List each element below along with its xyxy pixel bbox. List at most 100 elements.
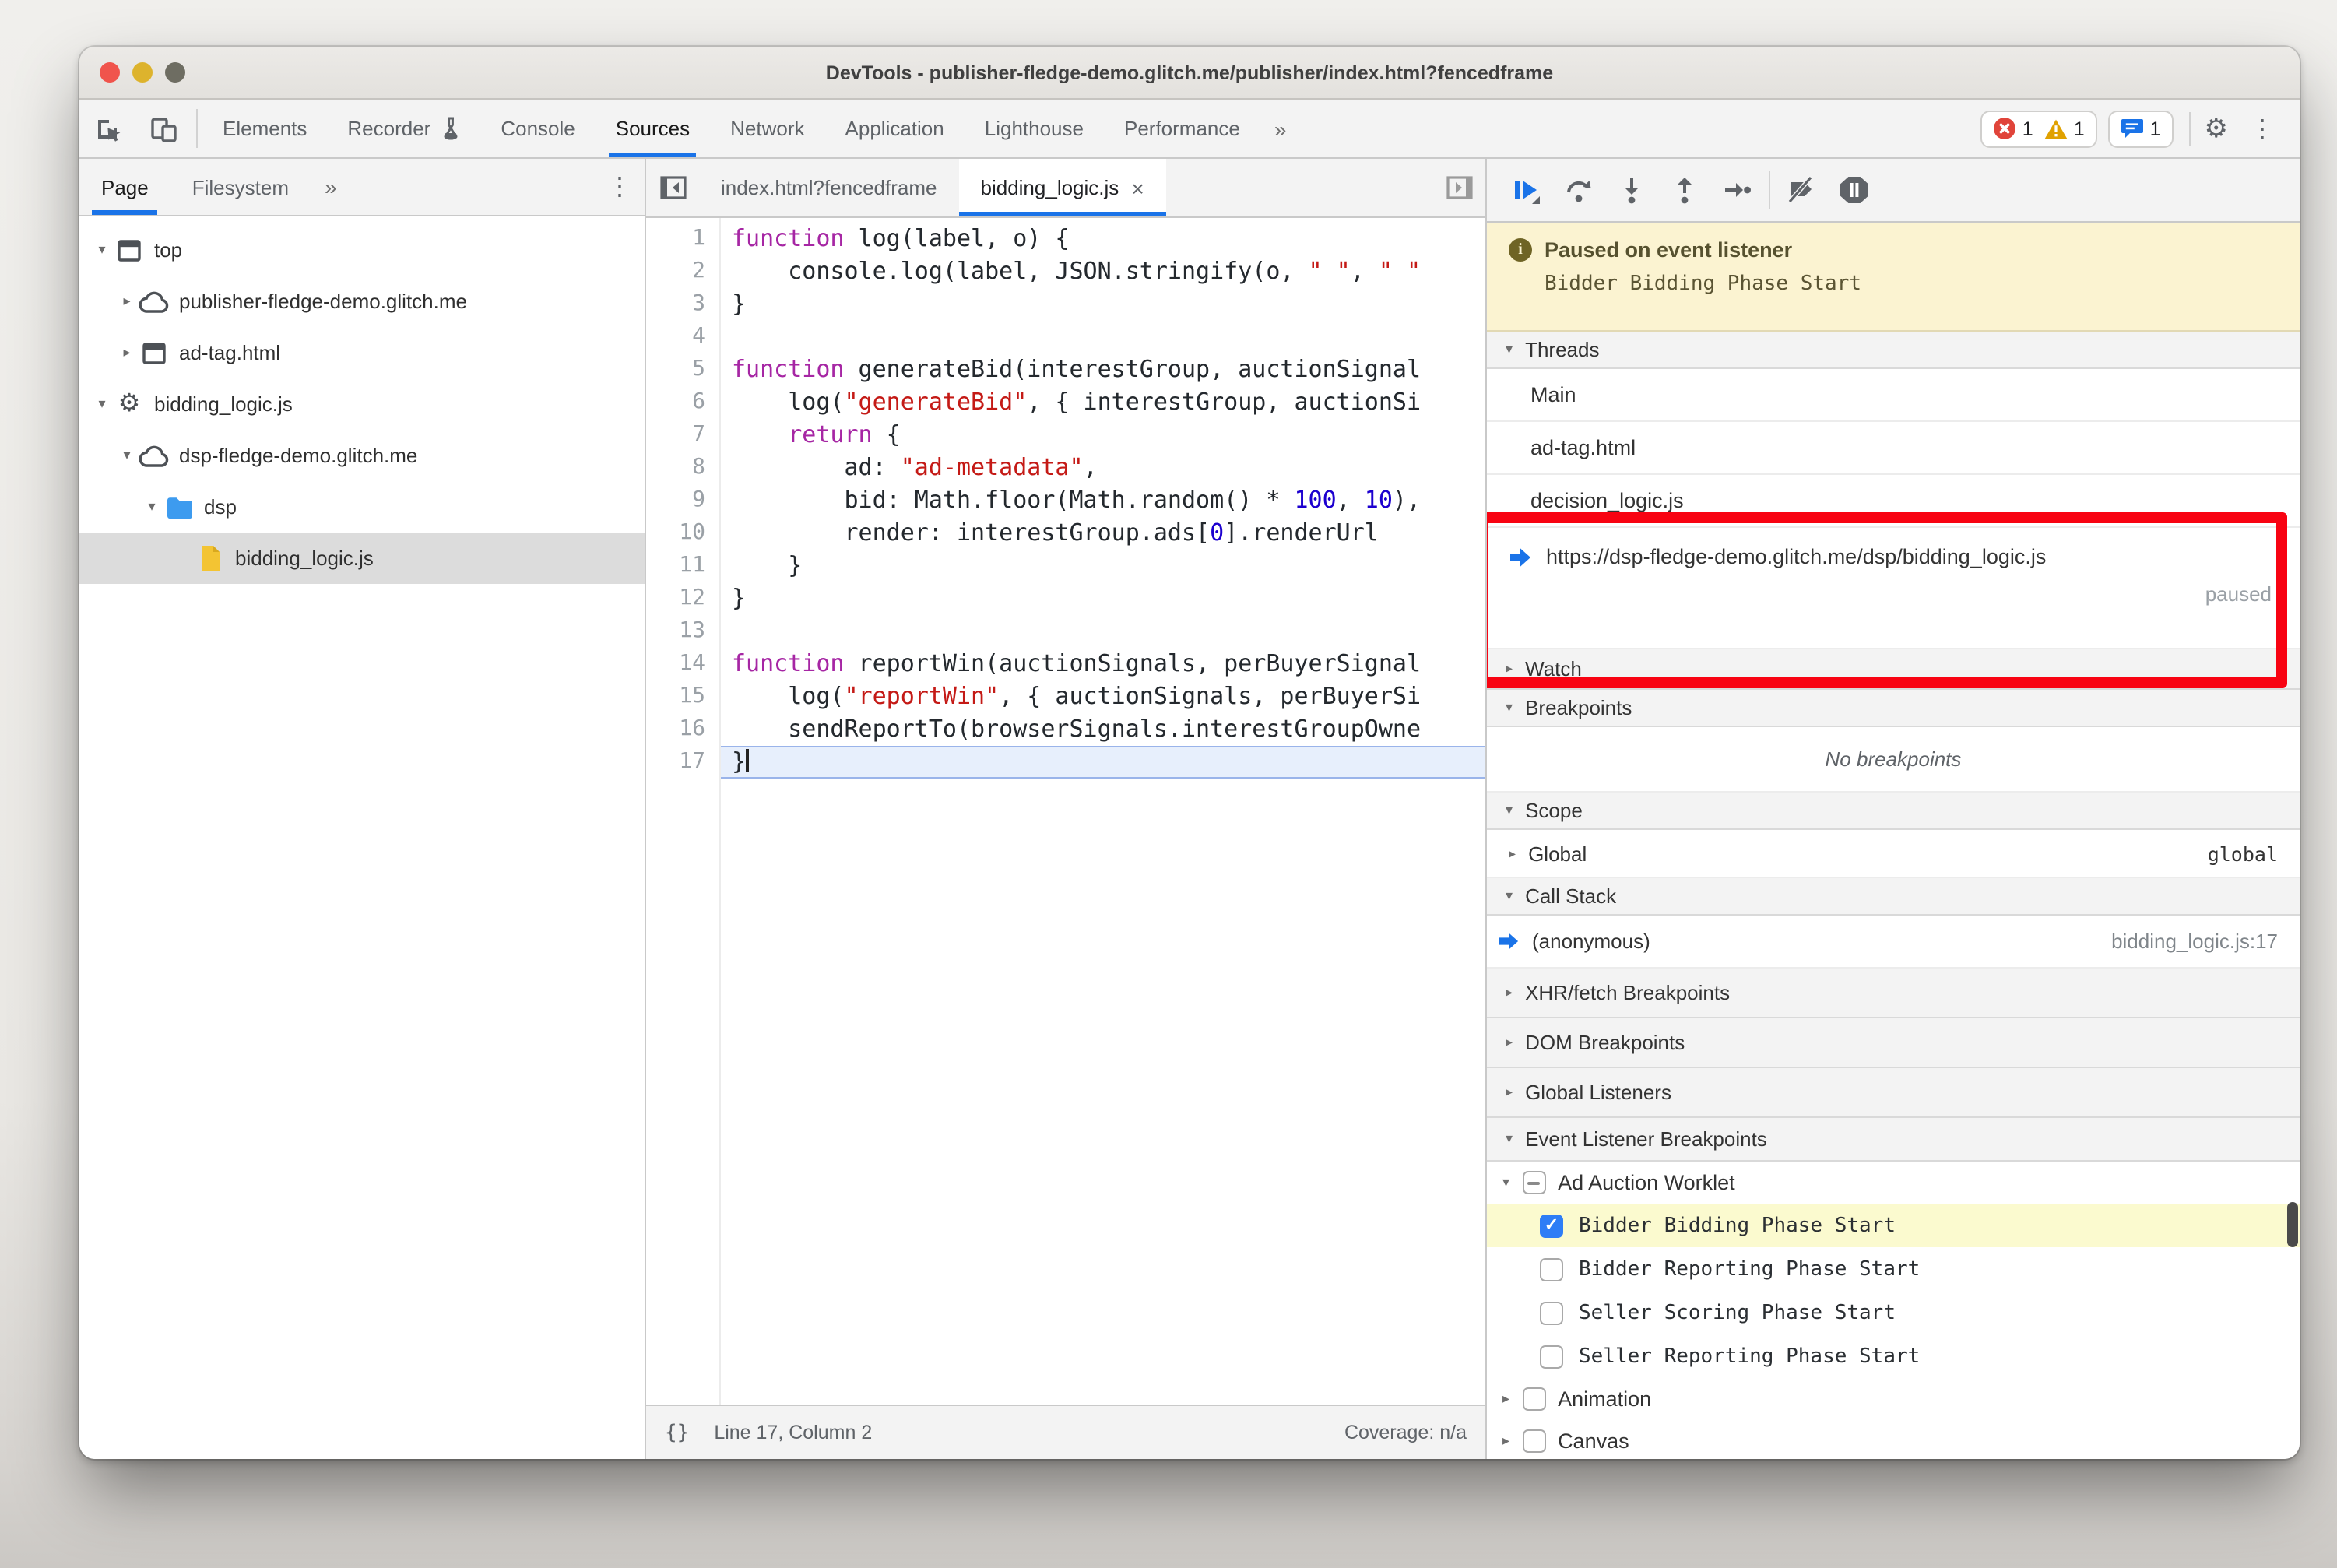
elbp-item-bidder-bidding-phase-start[interactable]: Bidder Bidding Phase Start (1487, 1204, 2300, 1247)
line-number[interactable]: 13 (646, 615, 719, 648)
unchecked-checkbox[interactable] (1540, 1301, 1563, 1324)
customize-devtools-button[interactable]: ⋮ (2237, 113, 2287, 144)
step-over-button[interactable] (1552, 163, 1605, 216)
navigator-tab-filesystem[interactable]: Filesystem (170, 159, 311, 215)
code-line-15[interactable]: 15 log("reportWin", { auctionSignals, pe… (646, 680, 1485, 713)
line-number[interactable]: 16 (646, 713, 719, 746)
tree-item-ad-tag-html[interactable]: ▸ ad-tag.html (79, 327, 645, 378)
minimize-window-button[interactable] (132, 62, 153, 83)
editor-tab-bidding-logic-js[interactable]: bidding_logic.js × (958, 159, 1166, 216)
thread-row-decision-logic-js[interactable]: decision_logic.js (1487, 475, 2300, 528)
close-window-button[interactable] (100, 62, 120, 83)
resume-script-button[interactable] (1499, 163, 1552, 216)
threads-section-header[interactable]: ▾ Threads (1487, 332, 2300, 369)
code-line-9[interactable]: 9 bid: Math.floor(Math.random() * 100, 1… (646, 484, 1485, 517)
elbp-item-seller-scoring-phase-start[interactable]: Seller Scoring Phase Start (1487, 1291, 2300, 1334)
code-line-16[interactable]: 16 sendReportTo(browserSignals.interestG… (646, 713, 1485, 746)
line-number[interactable]: 7 (646, 419, 719, 452)
navigator-menu-button[interactable]: ⋮ (595, 159, 645, 215)
event-listener-breakpoints-header[interactable]: ▾ Event Listener Breakpoints (1487, 1118, 2300, 1162)
thread-row-ad-tag-html[interactable]: ad-tag.html (1487, 422, 2300, 475)
line-number[interactable]: 17 (646, 746, 719, 779)
step-out-button[interactable] (1658, 163, 1711, 216)
zoom-window-button[interactable] (165, 62, 185, 83)
unchecked-checkbox[interactable] (1540, 1345, 1563, 1368)
elbp-item-bidder-reporting-phase-start[interactable]: Bidder Reporting Phase Start (1487, 1247, 2300, 1291)
tab-console[interactable]: Console (480, 100, 595, 157)
breakpoints-section-header[interactable]: ▾ Breakpoints (1487, 690, 2300, 727)
tab-sources[interactable]: Sources (596, 100, 710, 157)
tab-lighthouse[interactable]: Lighthouse (965, 100, 1104, 157)
line-number[interactable]: 2 (646, 255, 719, 288)
line-number[interactable]: 12 (646, 582, 719, 615)
code-line-12[interactable]: 12} (646, 582, 1485, 615)
unchecked-checkbox[interactable] (1522, 1387, 1546, 1411)
code-line-11[interactable]: 11 } (646, 550, 1485, 582)
line-number[interactable]: 6 (646, 386, 719, 419)
step-into-button[interactable] (1605, 163, 1658, 216)
tab-recorder[interactable]: Recorder (327, 100, 480, 157)
tab-application[interactable]: Application (825, 100, 965, 157)
code-line-17[interactable]: 17} (646, 746, 1485, 779)
issues-badge[interactable]: 1 1 (1980, 110, 2097, 147)
messages-badge[interactable]: 1 (2107, 110, 2174, 147)
code-line-2[interactable]: 2 console.log(label, JSON.stringify(o, "… (646, 255, 1485, 288)
code-line-10[interactable]: 10 render: interestGroup.ads[0].renderUr… (646, 517, 1485, 550)
section-header-global-listeners[interactable]: ▸ Global Listeners (1487, 1068, 2300, 1118)
tree-item-bidding-logic-js[interactable]: bidding_logic.js (79, 533, 645, 584)
code-line-7[interactable]: 7 return { (646, 419, 1485, 452)
editor-tab-index-html-fencedframe[interactable]: index.html?fencedframe (699, 159, 959, 216)
checked-checkbox[interactable] (1540, 1214, 1563, 1237)
tree-item-dsp[interactable]: ▾ dsp (79, 481, 645, 533)
elbp-category-ad-auction-worklet[interactable]: ▾ Ad Auction Worklet (1487, 1162, 2300, 1204)
current-thread-row[interactable]: https://dsp-fledge-demo.glitch.me/dsp/bi… (1487, 528, 2300, 649)
close-tab-icon[interactable]: × (1131, 175, 1144, 200)
line-number[interactable]: 15 (646, 680, 719, 713)
scope-section-header[interactable]: ▾ Scope (1487, 793, 2300, 830)
code-line-8[interactable]: 8 ad: "ad-metadata", (646, 452, 1485, 484)
call-stack-frame[interactable]: (anonymous) bidding_logic.js:17 (1487, 916, 2300, 969)
line-number[interactable]: 11 (646, 550, 719, 582)
elbp-category-animation[interactable]: ▸ Animation (1487, 1378, 2300, 1420)
code-line-14[interactable]: 14 function reportWin(auctionSignals, per… (646, 648, 1485, 680)
more-navigator-tabs-button[interactable]: » (311, 159, 351, 215)
indeterminate-checkbox[interactable] (1522, 1171, 1546, 1194)
device-toolbar-button[interactable] (135, 100, 192, 157)
scope-global-row[interactable]: ▸ Global global (1487, 830, 2300, 878)
code-line-13[interactable]: 13 (646, 615, 1485, 648)
deactivate-breakpoints-button[interactable] (1775, 163, 1828, 216)
call-stack-section-header[interactable]: ▾ Call Stack (1487, 878, 2300, 916)
line-number[interactable]: 9 (646, 484, 719, 517)
tree-item-dsp-fledge-demo-glitch-me[interactable]: ▾ dsp-fledge-demo.glitch.me (79, 430, 645, 481)
unchecked-checkbox[interactable] (1540, 1257, 1563, 1281)
code-line-6[interactable]: 6 log("generateBid", { interestGroup, au… (646, 386, 1485, 419)
tab-elements[interactable]: Elements (202, 100, 327, 157)
pretty-print-button[interactable]: {} (665, 1421, 689, 1444)
elbp-item-seller-reporting-phase-start[interactable]: Seller Reporting Phase Start (1487, 1334, 2300, 1378)
code-line-3[interactable]: 3} (646, 288, 1485, 321)
line-number[interactable]: 1 (646, 223, 719, 255)
more-panels-button[interactable]: » (1260, 100, 1301, 157)
line-number[interactable]: 10 (646, 517, 719, 550)
tree-item-publisher-fledge-demo-glitch-me[interactable]: ▸ publisher-fledge-demo.glitch.me (79, 276, 645, 327)
line-number[interactable]: 4 (646, 321, 719, 353)
line-number[interactable]: 14 (646, 648, 719, 680)
section-header-xhr-fetch-breakpoints[interactable]: ▸ XHR/fetch Breakpoints (1487, 969, 2300, 1018)
unchecked-checkbox[interactable] (1522, 1429, 1546, 1453)
scrollbar-thumb[interactable] (2287, 1202, 2298, 1247)
tab-performance[interactable]: Performance (1104, 100, 1260, 157)
code-line-1[interactable]: 1 function log(label, o) { (646, 223, 1485, 255)
code-line-5[interactable]: 5 function generateBid(interestGroup, auc… (646, 353, 1485, 386)
navigator-tab-page[interactable]: Page (79, 159, 170, 215)
line-number[interactable]: 3 (646, 288, 719, 321)
code-editor[interactable]: 1 function log(label, o) {2 console.log(l… (646, 218, 1485, 1405)
tree-item-top[interactable]: ▾ top (79, 224, 645, 276)
show-debugger-button[interactable] (1432, 159, 1485, 216)
settings-gear-button[interactable]: ⚙ (2195, 113, 2238, 144)
line-number[interactable]: 8 (646, 452, 719, 484)
code-line-4[interactable]: 4 (646, 321, 1485, 353)
elbp-category-canvas[interactable]: ▸ Canvas (1487, 1420, 2300, 1459)
tree-item-bidding-logic-js[interactable]: ▾ ⚙ bidding_logic.js (79, 378, 645, 430)
step-button[interactable] (1711, 163, 1764, 216)
inspect-element-button[interactable] (79, 100, 135, 157)
